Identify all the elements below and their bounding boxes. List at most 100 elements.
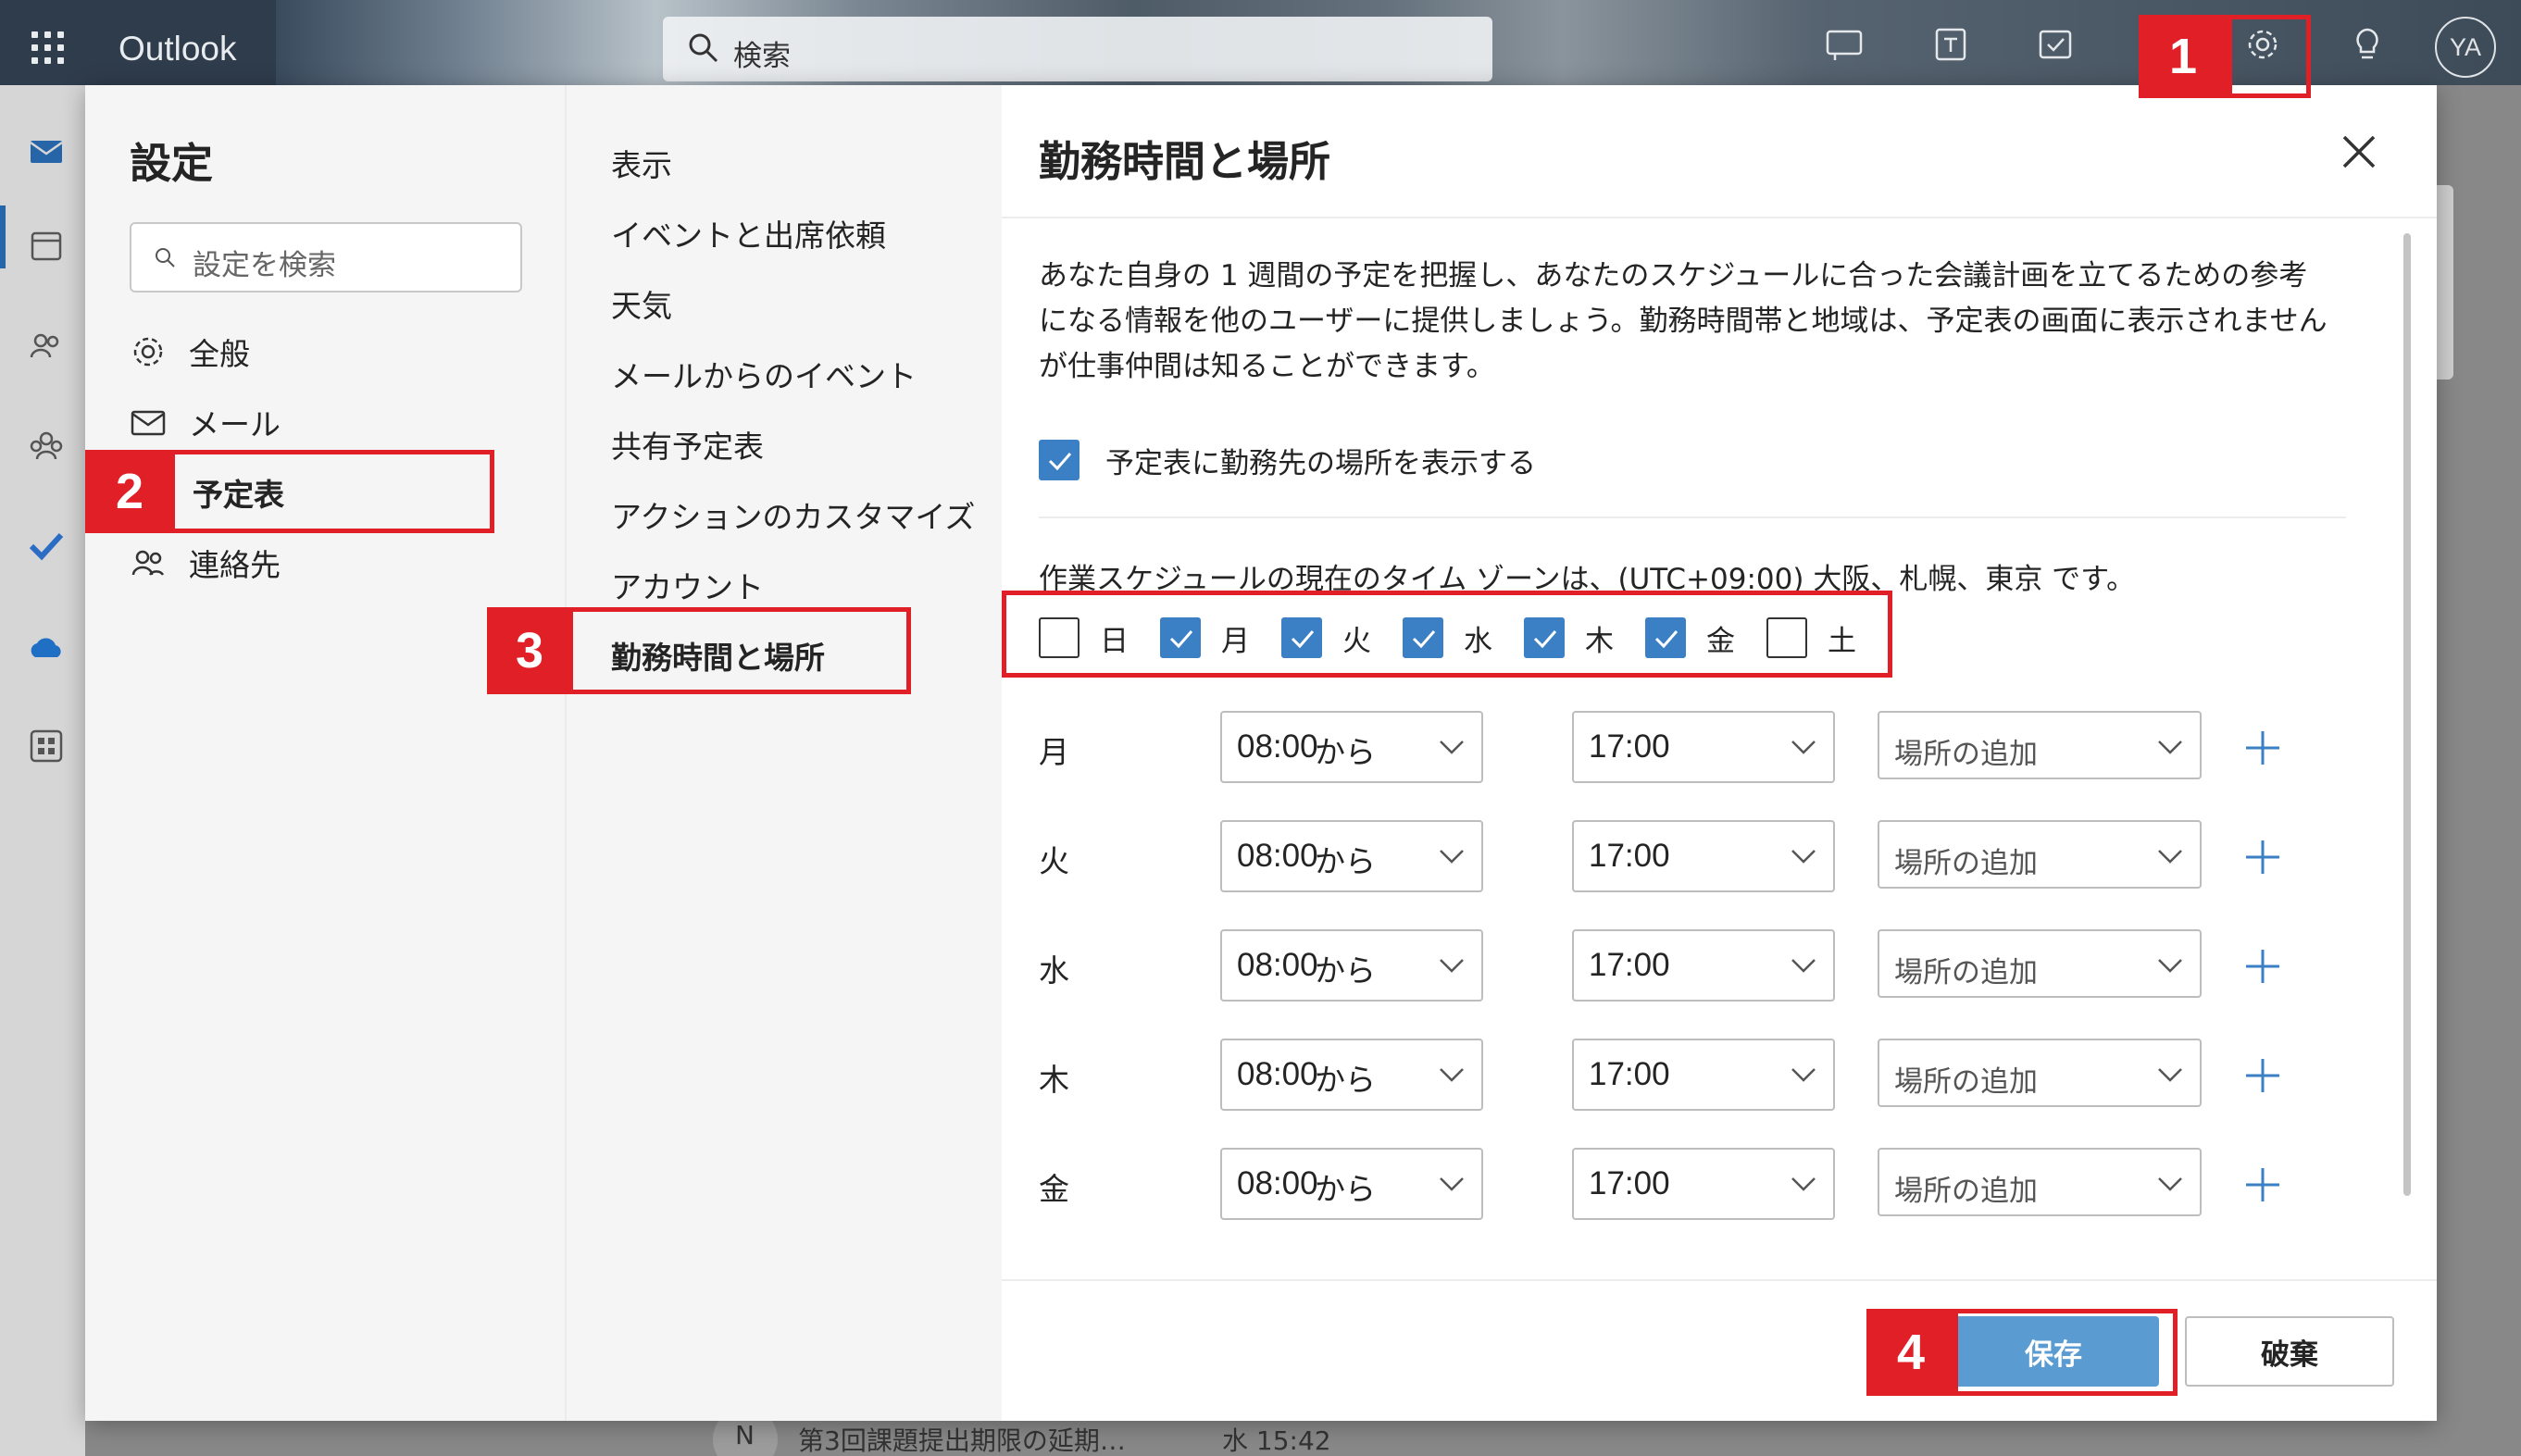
callout-number-4: 4: [1866, 1309, 1955, 1396]
footer-divider: [1002, 1279, 2437, 1281]
chevron-down-icon: [1791, 1177, 1816, 1191]
subitem-customize-actions[interactable]: アクションのカスタマイズ: [611, 492, 975, 539]
close-icon[interactable]: [2335, 128, 2383, 176]
callout-number-1: 1: [2139, 15, 2228, 98]
mail-icon[interactable]: [28, 133, 65, 170]
gear-icon: [133, 337, 163, 367]
schedule-row: 木 08:00 から 17:00 場所の追加: [1039, 1039, 2279, 1111]
background-mail-subject: 第3回課題提出期限の延期…: [798, 1425, 1126, 1456]
feedback-icon[interactable]: [1824, 26, 1865, 63]
subitem-accounts[interactable]: アカウント: [611, 563, 764, 609]
add-plus-icon[interactable]: [2244, 948, 2281, 985]
schedule-row: 金 08:00 から 17:00 場所の追加: [1039, 1148, 2279, 1220]
search-icon: [156, 248, 175, 268]
range-separator: から: [1315, 1062, 1376, 1098]
people-icon[interactable]: [28, 328, 65, 365]
rail-selection-indicator: [0, 205, 6, 268]
subitem-display[interactable]: 表示: [611, 141, 672, 187]
callout-box-save: [1953, 1309, 2178, 1396]
range-separator: から: [1315, 952, 1376, 989]
panel-scrollbar[interactable]: [2403, 233, 2411, 1196]
app-launcher-icon[interactable]: [31, 31, 65, 65]
teams-icon[interactable]: [1931, 26, 1972, 63]
settings-dialog: 設定 設定を検索 全般 メール 予定表 連絡先 表示 イベントと出席依頼 天気 …: [85, 85, 2437, 1421]
callout-box-workdays: [1002, 591, 1892, 678]
subitem-events-from-email[interactable]: メールからのイベント: [611, 352, 917, 398]
add-plus-icon[interactable]: [2244, 729, 2281, 766]
more-apps-icon[interactable]: [28, 728, 65, 765]
chevron-down-icon: [1791, 959, 1816, 973]
location-dropdown[interactable]: 場所の追加: [1878, 711, 2202, 779]
add-plus-icon[interactable]: [2244, 839, 2281, 876]
add-plus-icon[interactable]: [2244, 1166, 2281, 1203]
schedule-row: 水 08:00 から 17:00 場所の追加: [1039, 929, 2279, 1002]
checkmark-icon: [1048, 453, 1072, 471]
location-dropdown[interactable]: 場所の追加: [1878, 820, 2202, 889]
subitem-events-invitations[interactable]: イベントと出席依頼: [611, 211, 886, 257]
end-time-dropdown[interactable]: 17:00: [1572, 820, 1835, 892]
settings-search-placeholder: 設定を検索: [193, 249, 336, 282]
show-location-option[interactable]: 予定表に勤務先の場所を表示する: [1039, 437, 2150, 483]
settings-search-input[interactable]: 設定を検索: [130, 222, 522, 292]
category-mail[interactable]: メール: [130, 394, 281, 450]
app-name: Outlook: [119, 30, 237, 68]
location-dropdown[interactable]: 場所の追加: [1878, 1039, 2202, 1107]
category-label: メール: [189, 406, 281, 442]
chevron-down-icon: [1440, 850, 1464, 864]
chevron-down-icon: [1791, 1068, 1816, 1082]
end-time-dropdown[interactable]: 17:00: [1572, 1148, 1835, 1220]
show-location-label: 予定表に勤務先の場所を表示する: [1105, 446, 1536, 480]
end-time-dropdown[interactable]: 17:00: [1572, 1039, 1835, 1111]
callout-box-work-hours: [568, 607, 911, 694]
location-dropdown[interactable]: 場所の追加: [1878, 929, 2202, 998]
schedule-row: 火 08:00 から 17:00 場所の追加: [1039, 820, 2279, 892]
lightbulb-icon[interactable]: [2347, 26, 2388, 63]
avatar[interactable]: YA: [2435, 17, 2496, 78]
chevron-down-icon: [1440, 1068, 1464, 1082]
calendar-icon[interactable]: [28, 228, 65, 265]
app-rail: [0, 85, 85, 1456]
chevron-down-icon: [2158, 850, 2182, 864]
settings-category-pane: 設定 設定を検索 全般 メール 予定表 連絡先: [85, 85, 565, 1421]
subitem-weather[interactable]: 天気: [611, 281, 672, 328]
schedule-row: 月 08:00 から 17:00 場所の追加: [1039, 711, 2279, 783]
schedule-day-label: 火: [1039, 843, 1069, 879]
schedule-day-label: 水: [1039, 952, 1069, 989]
chevron-down-icon: [2158, 1068, 2182, 1082]
search-box[interactable]: 検索: [663, 17, 1492, 81]
end-time-dropdown[interactable]: 17:00: [1572, 929, 1835, 1002]
subitem-shared-calendars[interactable]: 共有予定表: [611, 422, 764, 468]
category-contacts[interactable]: 連絡先: [130, 535, 281, 591]
chevron-down-icon: [1440, 1177, 1464, 1191]
chevron-down-icon: [2158, 740, 2182, 754]
location-dropdown[interactable]: 場所の追加: [1878, 1148, 2202, 1216]
chevron-down-icon: [1791, 850, 1816, 864]
schedule-day-label: 金: [1039, 1171, 1069, 1207]
header-divider: [1002, 217, 2437, 218]
callout-number-2: 2: [85, 450, 174, 533]
chevron-down-icon: [1791, 740, 1816, 754]
end-time-dropdown[interactable]: 17:00: [1572, 711, 1835, 783]
onedrive-icon[interactable]: [28, 629, 65, 666]
range-separator: から: [1315, 1171, 1376, 1207]
groups-icon[interactable]: [28, 428, 65, 465]
todo-icon[interactable]: [2035, 26, 2076, 63]
range-separator: から: [1315, 843, 1376, 879]
chevron-down-icon: [2158, 959, 2182, 973]
work-hours-panel: 勤務時間と場所 あなた自身の 1 週間の予定を把握し、あなたのスケジュールに合っ…: [1002, 85, 2437, 1421]
background-mail-time: 水 15:42: [1222, 1425, 1331, 1456]
category-general[interactable]: 全般: [130, 324, 250, 380]
show-location-checkbox[interactable]: [1039, 440, 1080, 480]
add-plus-icon[interactable]: [2244, 1057, 2281, 1094]
search-placeholder: 検索: [733, 40, 791, 73]
range-separator: から: [1315, 734, 1376, 770]
callout-box-settings: [2228, 15, 2311, 98]
panel-description: あなた自身の 1 週間の予定を把握し、あなたのスケジュールに合った会議計画を立て…: [1039, 259, 2328, 383]
people-icon: [131, 550, 165, 576]
category-label: 連絡先: [189, 547, 281, 583]
category-calendar-highlighted[interactable]: 予定表: [193, 465, 284, 520]
discard-button[interactable]: 破棄: [2185, 1316, 2394, 1387]
chevron-down-icon: [1440, 740, 1464, 754]
section-divider: [1039, 516, 2346, 518]
todo-check-icon[interactable]: [28, 528, 65, 565]
